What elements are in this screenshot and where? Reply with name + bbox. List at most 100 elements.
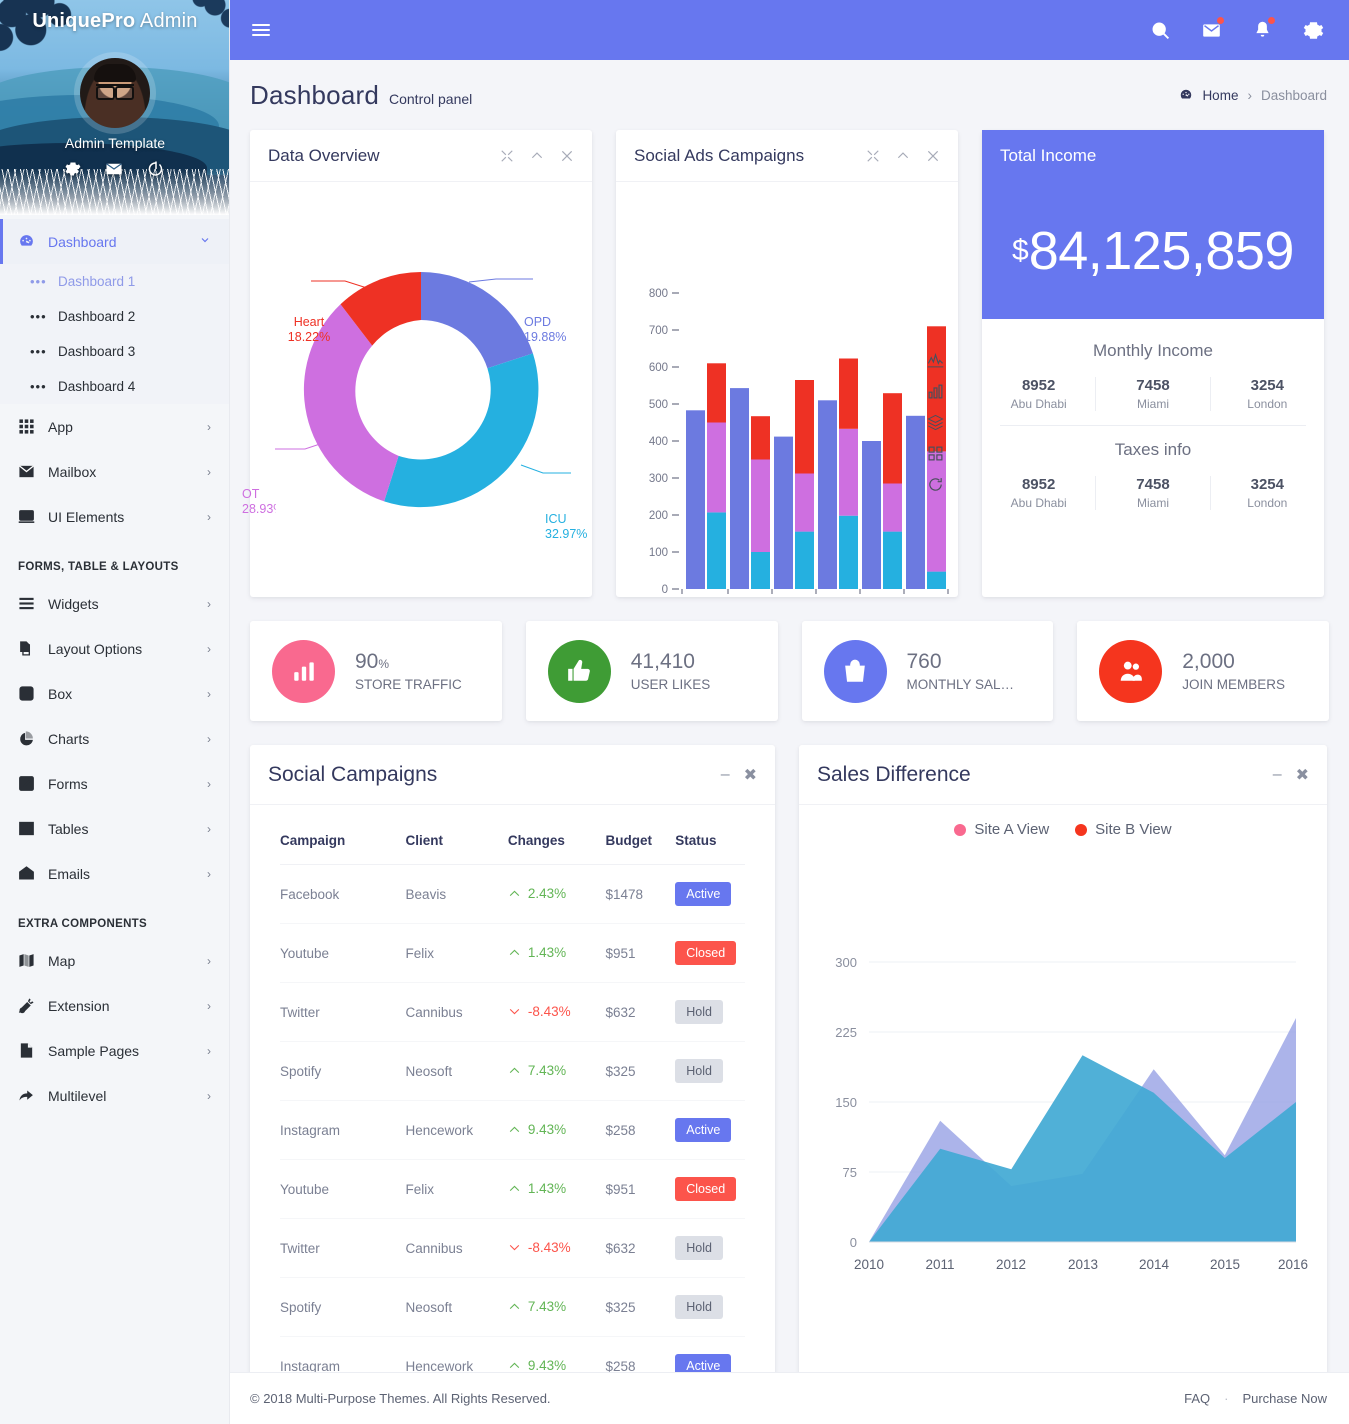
power-icon[interactable]: [147, 160, 167, 180]
bar-tw-b-top[interactable]: [751, 416, 770, 460]
bar-fb-b-top[interactable]: [707, 363, 726, 423]
sidebar-item-layout-options[interactable]: Layout Options ›: [0, 626, 229, 671]
sidebar-item-sample-pages[interactable]: Sample Pages ›: [0, 1028, 229, 1073]
stat-card-monthly-sales[interactable]: 760 MONTHLY SAL…: [801, 621, 1054, 721]
sidebar-item-forms[interactable]: Forms ›: [0, 761, 229, 806]
bar-in-b-mid[interactable]: [883, 483, 902, 532]
envelope-icon[interactable]: [105, 160, 125, 180]
taxes-info-section: Taxes info 8952 Abu Dhabi 7458 Miami 325…: [982, 436, 1324, 520]
sidebar-subitem-dashboard-1[interactable]: ••• Dashboard 1: [0, 264, 229, 299]
gear-icon[interactable]: [63, 160, 83, 180]
bar-fb-b-base[interactable]: [707, 512, 726, 589]
minimize-icon[interactable]: –: [721, 766, 730, 784]
sidebar-item-multilevel[interactable]: Multilevel ›: [0, 1073, 229, 1118]
faq-link[interactable]: FAQ: [1184, 1391, 1210, 1406]
card-header: Social Ads Campaigns: [616, 130, 958, 182]
bar-tw-a[interactable]: [730, 388, 749, 589]
stat-card-store-traffic[interactable]: 90% STORE TRAFFIC: [250, 621, 502, 721]
status-badge[interactable]: Closed: [675, 941, 737, 965]
table-row[interactable]: Twitter Cannibus -8.43% $632 Hold: [280, 1218, 745, 1278]
bar-gplus-b-mid[interactable]: [795, 473, 814, 532]
sidebar-item-dashboard[interactable]: Dashboard: [0, 219, 229, 264]
expand-icon[interactable]: [500, 149, 514, 163]
bar-insta-a[interactable]: [818, 400, 837, 589]
sidebar-item-extension[interactable]: Extension ›: [0, 983, 229, 1028]
purchase-now-link[interactable]: Purchase Now: [1242, 1391, 1327, 1406]
status-badge[interactable]: Hold: [675, 1000, 723, 1024]
bar-in-b-top[interactable]: [883, 393, 902, 484]
layers-icon[interactable]: [927, 414, 944, 431]
bar-in-a[interactable]: [862, 441, 881, 589]
table-row[interactable]: Spotify Neosoft 7.43% $325 Hold: [280, 1277, 745, 1337]
bell-icon[interactable]: [1250, 17, 1275, 42]
grid-icon[interactable]: [927, 445, 944, 462]
bar-chart-icon[interactable]: [927, 383, 944, 400]
collapse-icon[interactable]: [530, 149, 544, 163]
hamburger-icon[interactable]: [252, 21, 270, 39]
change-indicator: 7.43%: [508, 1063, 566, 1078]
close-icon[interactable]: [560, 149, 574, 163]
close-icon[interactable]: ✖: [744, 765, 757, 785]
sidebar-item-mailbox[interactable]: Mailbox ›: [0, 449, 229, 494]
bar-in-b-base[interactable]: [883, 531, 902, 589]
bar-gplus-b-base[interactable]: [795, 531, 814, 589]
messages-icon[interactable]: [1199, 17, 1224, 42]
sidebar-item-tables[interactable]: Tables ›: [0, 806, 229, 851]
bar-be-a[interactable]: [906, 415, 925, 589]
close-icon[interactable]: ✖: [1296, 765, 1309, 785]
table-row[interactable]: Spotify Neosoft 7.43% $325 Hold: [280, 1041, 745, 1101]
table-row[interactable]: Twitter Cannibus -8.43% $632 Hold: [280, 982, 745, 1042]
bar-fb-a[interactable]: [686, 410, 705, 589]
brand-logo[interactable]: UniquePro Admin: [0, 10, 229, 33]
expand-icon[interactable]: [866, 149, 880, 163]
donut-slice-icu[interactable]: [384, 353, 539, 508]
status-badge[interactable]: Hold: [675, 1059, 723, 1083]
refresh-icon[interactable]: [927, 476, 944, 493]
bar-fb-b-mid[interactable]: [707, 422, 726, 513]
legend-item-site-a[interactable]: Site A View: [954, 821, 1049, 838]
table-row[interactable]: Facebook Beavis 2.43% $1478 Active: [280, 864, 745, 924]
legend-item-site-b[interactable]: Site B View: [1075, 821, 1172, 838]
stat-card-join-members[interactable]: 2,000 JOIN MEMBERS: [1077, 621, 1329, 721]
avatar[interactable]: [80, 58, 150, 128]
gear-icon[interactable]: [1301, 18, 1325, 42]
sidebar-item-emails[interactable]: Emails ›: [0, 851, 229, 896]
stat-card-user-likes[interactable]: 41,410 USER LIKES: [525, 621, 778, 721]
sidebar-item-charts[interactable]: Charts ›: [0, 716, 229, 761]
sidebar-item-label: Tables: [48, 820, 89, 837]
sidebar-item-map[interactable]: Map ›: [0, 938, 229, 983]
table-row[interactable]: Youtube Felix 1.43% $951 Closed: [280, 923, 745, 983]
bar-insta-b-mid[interactable]: [839, 428, 858, 516]
sidebar-item-widgets[interactable]: Widgets ›: [0, 581, 229, 626]
bar-be-b-base[interactable]: [927, 571, 946, 589]
status-badge[interactable]: Hold: [675, 1236, 723, 1260]
bar-gplus-b-top[interactable]: [795, 380, 814, 474]
bar-tw-b-base[interactable]: [751, 552, 770, 589]
line-chart-icon[interactable]: [927, 352, 944, 369]
bar-tw-b-mid[interactable]: [751, 459, 770, 553]
envelope-icon: [18, 463, 48, 480]
sidebar-subitem-dashboard-2[interactable]: ••• Dashboard 2: [0, 299, 229, 334]
close-icon[interactable]: [926, 149, 940, 163]
bar-insta-b-base[interactable]: [839, 515, 858, 589]
table-row[interactable]: Instagram Hencework 9.43% $258 Active: [280, 1100, 745, 1160]
sidebar-item-ui-elements[interactable]: UI Elements ›: [0, 494, 229, 539]
search-icon[interactable]: [1148, 18, 1172, 42]
table-row[interactable]: Youtube Felix 1.43% $951 Closed: [280, 1159, 745, 1219]
status-badge[interactable]: Active: [675, 1118, 732, 1142]
avatar-hair: [94, 64, 136, 82]
cell-client: Hencework: [405, 1100, 508, 1160]
donut-slice-opd[interactable]: [421, 272, 533, 369]
status-badge[interactable]: Hold: [675, 1295, 723, 1319]
sidebar-item-app[interactable]: App ›: [0, 404, 229, 449]
collapse-icon[interactable]: [896, 149, 910, 163]
sidebar-subitem-dashboard-4[interactable]: ••• Dashboard 4: [0, 369, 229, 404]
sidebar-item-box[interactable]: Box ›: [0, 671, 229, 716]
status-badge[interactable]: Active: [675, 882, 732, 906]
sidebar-subitem-dashboard-3[interactable]: ••• Dashboard 3: [0, 334, 229, 369]
breadcrumb-home[interactable]: Home: [1202, 88, 1238, 103]
bar-insta-b-top[interactable]: [839, 358, 858, 429]
status-badge[interactable]: Closed: [675, 1177, 737, 1201]
bar-gplus-a[interactable]: [774, 436, 793, 589]
minimize-icon[interactable]: –: [1273, 766, 1282, 784]
